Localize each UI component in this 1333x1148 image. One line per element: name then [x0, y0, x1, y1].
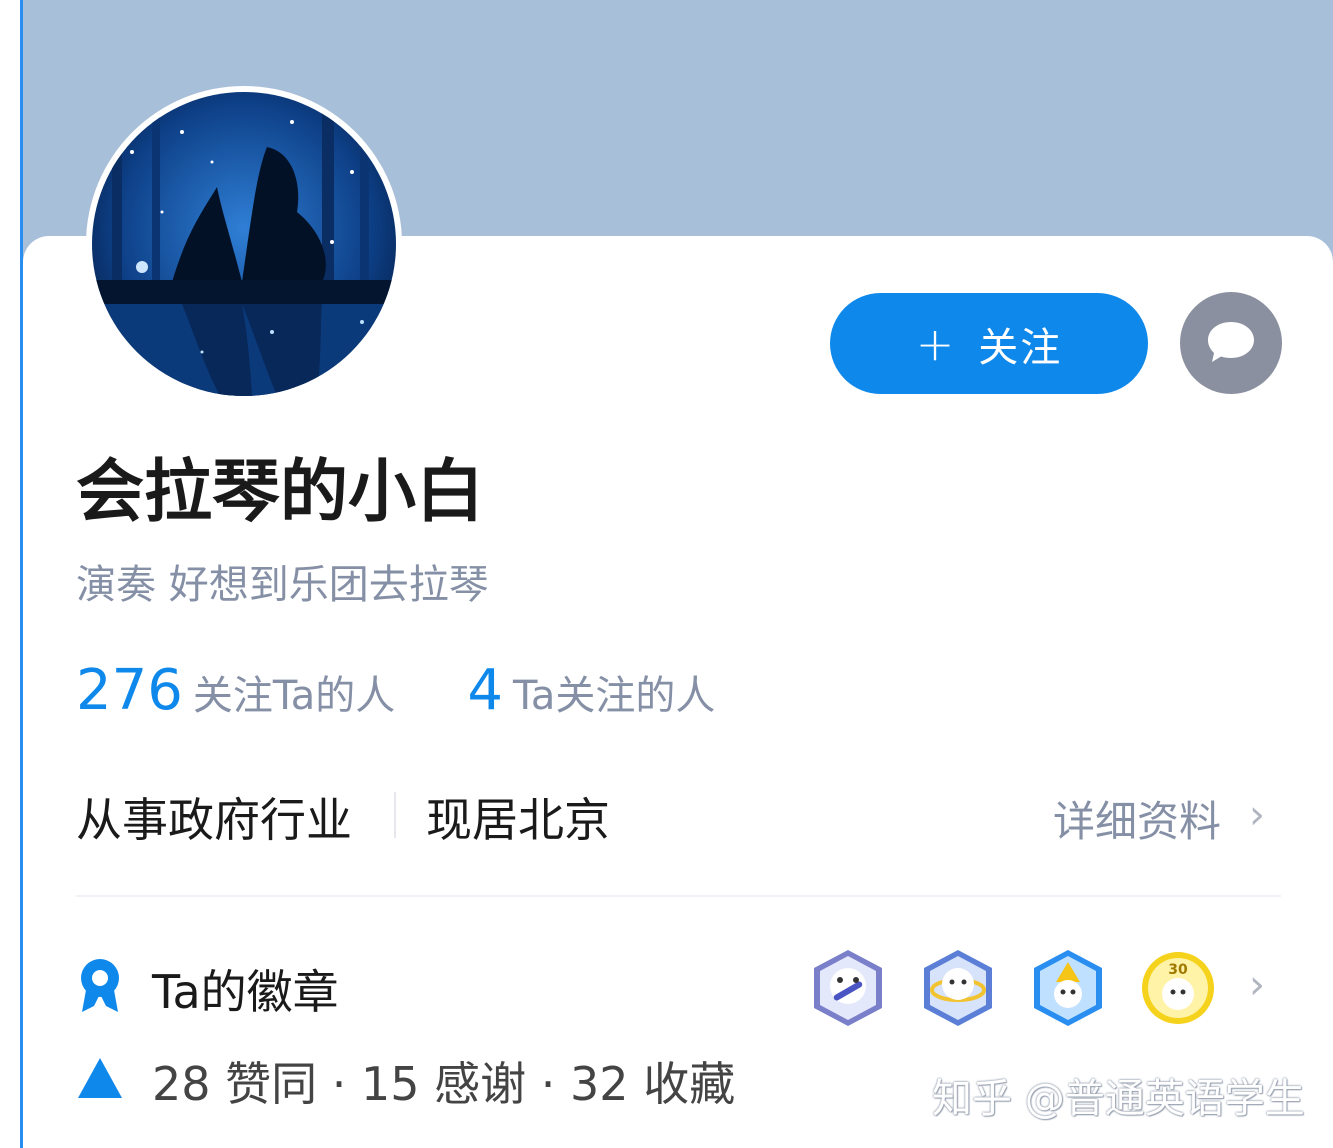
user-headline: 演奏 好想到乐团去拉琴: [76, 562, 489, 608]
follow-stats: 276 关注Ta的人 4 Ta关注的人: [76, 658, 715, 728]
watermark: 知乎 @普通英语学生: [932, 1076, 1305, 1122]
triangle-upvote-icon: [78, 1058, 122, 1098]
plus-icon: +: [915, 316, 957, 371]
badge-ribbon-icon: [81, 959, 119, 1012]
chevron-right-icon[interactable]: ›: [1249, 792, 1265, 838]
user-name: 会拉琴的小白: [76, 453, 485, 532]
followers-stat[interactable]: 276 关注Ta的人: [76, 658, 400, 723]
followers-count: 276: [76, 658, 183, 723]
info-divider: [394, 792, 396, 838]
profile-info-row: 从事政府行业 现居北京 详细资料 ›: [76, 784, 1281, 847]
following-label: Ta关注的人: [513, 673, 716, 719]
industry: 从事政府行业: [76, 793, 352, 847]
avatar[interactable]: [86, 86, 402, 402]
divider: [76, 895, 1281, 897]
following-count: 4: [467, 658, 504, 723]
followers-label: 关注Ta的人: [192, 673, 396, 719]
badge-30-label: 30: [1168, 962, 1188, 978]
chat-bubble-icon: [1208, 322, 1254, 362]
badge-icon: [814, 950, 882, 1026]
avatar-image: [92, 92, 396, 396]
chevron-right-icon[interactable]: ›: [1249, 962, 1265, 1008]
left-margin: [0, 0, 20, 1148]
badges-row[interactable]: Ta的徽章 30 ›: [76, 948, 1281, 1028]
badges-title: Ta的徽章: [152, 965, 339, 1019]
message-button[interactable]: [1180, 292, 1282, 394]
detail-profile-link[interactable]: 详细资料: [1053, 788, 1221, 849]
badge-icon: [924, 950, 992, 1026]
achievements-text: 28 赞同 · 15 感谢 · 32 收藏: [152, 1057, 736, 1111]
location: 现居北京: [426, 793, 610, 847]
follow-button[interactable]: + 关注: [830, 293, 1148, 394]
badge-icon: [1034, 950, 1102, 1026]
badge-30-icon: 30: [1142, 952, 1214, 1024]
following-stat[interactable]: 4 Ta关注的人: [467, 658, 715, 723]
follow-label: 关注: [978, 324, 1063, 371]
